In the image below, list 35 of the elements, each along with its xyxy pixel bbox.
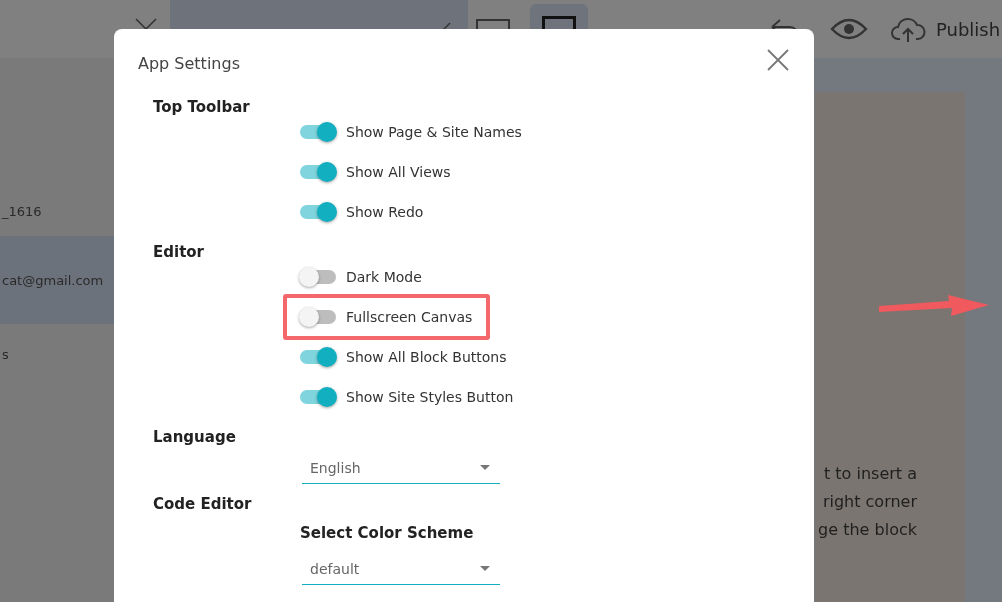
dropdown[interactable]: default <box>302 553 500 585</box>
toggle-label: Show Redo <box>346 204 424 220</box>
cloud-upload-icon[interactable] <box>890 15 926 43</box>
text-line: right corner <box>821 491 918 513</box>
toggle-switch[interactable] <box>300 125 336 139</box>
sidebar-item[interactable]: cat@gmail.com <box>0 236 114 324</box>
toggle-label: Fullscreen Canvas <box>346 309 473 325</box>
dialog-title: App Settings <box>138 53 240 75</box>
toggle-switch[interactable] <box>300 350 336 364</box>
toggle-switch[interactable] <box>300 205 336 219</box>
caret-icon <box>480 566 490 571</box>
text-line: t to insert a <box>823 463 918 485</box>
toggle-switch[interactable] <box>300 310 336 324</box>
publish-button[interactable]: Publish <box>936 18 1001 40</box>
monitor-icon <box>542 16 576 29</box>
text-line: ge the block <box>817 519 918 541</box>
sidebar-item[interactable]: _1616 <box>0 186 114 236</box>
dropdown[interactable]: English <box>302 452 500 484</box>
toggle-label: Show Page & Site Names <box>346 124 522 140</box>
toggle-label: Show Site Styles Button <box>346 389 514 405</box>
eye-icon[interactable] <box>830 17 868 41</box>
toggle-label: Dark Mode <box>346 269 422 285</box>
section-heading: Code Editor <box>153 494 252 514</box>
caret-icon <box>480 465 490 470</box>
toggle-switch[interactable] <box>300 390 336 404</box>
toggle-switch[interactable] <box>300 270 336 284</box>
close-icon[interactable] <box>766 48 790 72</box>
section-heading: Editor <box>153 242 204 262</box>
sidebar-item[interactable]: s <box>0 324 114 384</box>
toggle-label: Show All Views <box>346 164 451 180</box>
section-heading: Language <box>153 427 236 447</box>
field-label: Select Color Scheme <box>300 523 474 543</box>
toggle-label: Show All Block Buttons <box>346 349 507 365</box>
section-heading: Top Toolbar <box>153 97 250 117</box>
toggle-switch[interactable] <box>300 165 336 179</box>
